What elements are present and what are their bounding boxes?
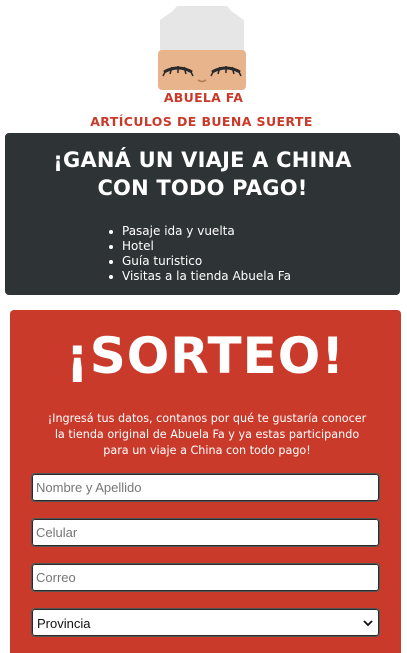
- promo-title-line-1: ¡GANÁ UN VIAJE A CHINA: [53, 148, 352, 172]
- brand-tagline: ARTÍCULOS DE BUENA SUERTE: [90, 114, 313, 129]
- raffle-form-panel: ¡SORTEO! ¡Ingresá tus datos, contanos po…: [10, 310, 401, 653]
- name-field[interactable]: [31, 473, 380, 502]
- raffle-title: ¡SORTEO!: [65, 327, 346, 385]
- promo-title: ¡GANÁ UN VIAJE A CHINA CON TODO PAGO!: [5, 146, 400, 202]
- chevron-down-icon: [363, 620, 373, 627]
- phone-field[interactable]: [31, 518, 380, 547]
- raffle-description-line-1: ¡Ingresá tus datos, contanos por qué te …: [47, 412, 367, 425]
- email-field[interactable]: [31, 563, 380, 592]
- list-item: Visitas a la tienda Abuela Fa: [109, 269, 291, 283]
- list-item: Hotel: [109, 239, 291, 254]
- list-item: Guía turistico: [109, 254, 291, 269]
- promo-panel: ¡GANÁ UN VIAJE A CHINA CON TODO PAGO! Pa…: [5, 133, 400, 295]
- raffle-description-line-2: la tienda original de Abuela Fa y ya est…: [54, 428, 360, 441]
- prize-list: Pasaje ida y vuelta Hotel Guía turistico…: [109, 224, 291, 284]
- list-item: Pasaje ida y vuelta: [109, 224, 291, 239]
- province-select-value: Provincia: [37, 616, 91, 631]
- promo-title-line-2: CON TODO PAGO!: [97, 176, 308, 200]
- raffle-description: ¡Ingresá tus datos, contanos por qué te …: [22, 411, 392, 459]
- raffle-description-line-3: para un viaje a China con todo pago!: [103, 444, 311, 457]
- province-select[interactable]: Provincia: [31, 608, 380, 637]
- brand-name: ABUELA FA: [163, 90, 244, 105]
